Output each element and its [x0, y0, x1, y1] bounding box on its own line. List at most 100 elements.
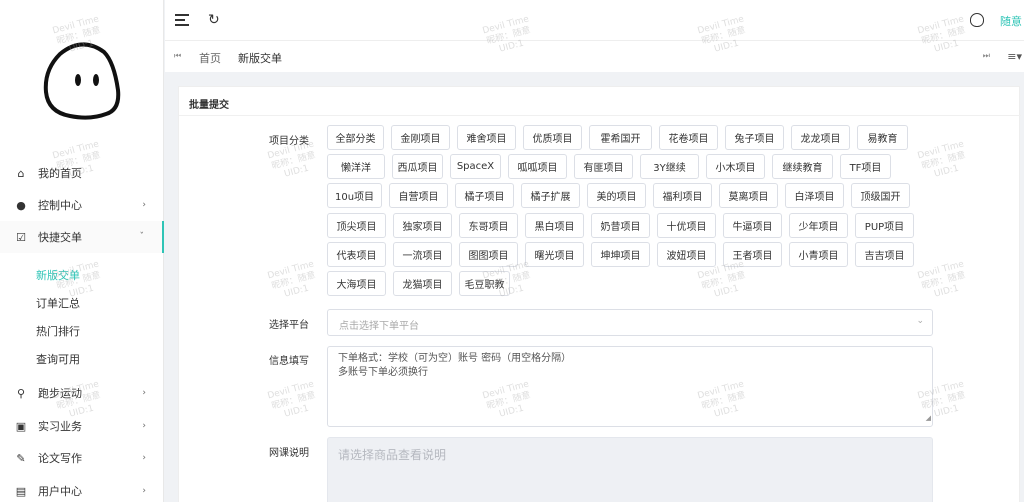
category-button[interactable]: 难舍项目 [457, 125, 516, 150]
tab-menu-icon[interactable]: ≡▾ [1007, 50, 1022, 63]
chevron-right-icon: › [142, 453, 146, 463]
category-button[interactable]: 小青项目 [789, 241, 848, 267]
sidebar-subitem-hot-ranking[interactable]: 热门排行 [36, 323, 80, 339]
chevron-right-icon: › [142, 388, 146, 398]
category-button[interactable]: 少年项目 [789, 212, 848, 238]
category-button[interactable]: 优质项目 [523, 125, 582, 150]
sidebar-subitem-new-order[interactable]: 新版交单 [36, 267, 80, 283]
card-title: 批量提交 [189, 100, 229, 111]
chevron-right-icon: › [142, 200, 146, 210]
refresh-icon[interactable]: ↻ [208, 12, 220, 28]
tab-bar: ⏮ 首页 新版交单 ⏭ ≡▾ [165, 40, 1024, 72]
batch-submit-card: 批量提交 项目分类 选择平台 点击选择下单平台 ⌄ 信息填写 下单格式：学校（可… [178, 86, 1021, 502]
category-button[interactable]: 莫离项目 [719, 183, 778, 209]
info-textarea[interactable]: 下单格式：学校（可为空）账号 密码（用空格分隔） 多账号下单必须换行 ◢ [327, 346, 933, 427]
category-button[interactable]: 易教育 [857, 125, 908, 150]
category-button[interactable]: 牛逼项目 [723, 212, 782, 238]
category-button[interactable]: 西瓜项目 [392, 154, 443, 180]
category-button[interactable]: 美的项目 [587, 183, 646, 209]
sidebar-item-running[interactable]: ⚲ 跑步运动 › [0, 377, 164, 409]
tab-home[interactable]: 首页 [199, 50, 221, 66]
sidebar-subitem-query-available[interactable]: 查询可用 [36, 351, 80, 367]
sidebar-subitem-order-summary[interactable]: 订单汇总 [36, 295, 80, 311]
category-button[interactable]: 王者项目 [723, 241, 782, 267]
category-button[interactable]: 金刚项目 [391, 125, 450, 150]
chevron-right-icon: › [142, 421, 146, 431]
category-button[interactable]: 毛豆职教 [459, 271, 510, 296]
platform-select[interactable]: 点击选择下单平台 ⌄ [327, 309, 933, 336]
info-line: 下单格式：学校（可为空）账号 密码（用空格分隔） [338, 353, 572, 364]
category-button[interactable]: 龙猫项目 [393, 271, 452, 296]
palette-icon: ● [16, 198, 26, 212]
category-button[interactable]: 顶级国开 [851, 183, 910, 209]
category-button[interactable]: 坤坤项目 [591, 241, 650, 267]
category-button[interactable]: 兔子项目 [725, 125, 784, 150]
category-button[interactable]: SpaceX [450, 154, 501, 180]
category-button[interactable]: 曙光项目 [525, 241, 584, 267]
category-button[interactable]: 独家项目 [393, 212, 452, 238]
category-button[interactable]: 自营项目 [389, 183, 448, 209]
info-line: 多账号下单必须换行 [338, 367, 428, 378]
category-button[interactable]: 十优项目 [657, 212, 716, 238]
chevron-down-icon: ˇ [139, 232, 145, 242]
resize-handle-icon[interactable]: ◢ [926, 411, 931, 425]
tab-new-order[interactable]: 新版交单 [238, 50, 282, 66]
category-button[interactable]: 霍希国开 [589, 125, 652, 150]
badge-icon: ▣ [15, 419, 27, 433]
chevron-right-icon: › [142, 486, 146, 496]
category-button[interactable]: 10u项目 [327, 183, 382, 209]
category-button[interactable]: TF项目 [840, 154, 891, 180]
tab-scroll-right-icon[interactable]: ⏭ [983, 51, 990, 61]
sidebar-item-user-center[interactable]: ▤ 用户中心 › [0, 475, 164, 502]
category-button[interactable]: 橘子项目 [455, 183, 514, 209]
chevron-down-icon: ⌄ [916, 316, 924, 326]
sidebar-item-home[interactable]: ⌂ 我的首页 [0, 157, 164, 189]
category-button[interactable]: 花卷项目 [659, 125, 718, 150]
book-icon: ▤ [15, 484, 27, 498]
category-button[interactable]: 福利项目 [653, 183, 712, 209]
category-button[interactable]: 龙龙项目 [791, 125, 850, 150]
category-button[interactable]: 呱呱项目 [508, 154, 567, 180]
sidebar-item-thesis[interactable]: ✎ 论文写作 › [0, 442, 164, 474]
category-button[interactable]: 全部分类 [327, 125, 384, 150]
category-button[interactable]: 懒洋洋 [327, 154, 385, 180]
avatar[interactable] [970, 13, 984, 27]
logo-icon [43, 42, 121, 120]
run-icon: ⚲ [16, 386, 26, 400]
category-button[interactable]: PUP项目 [855, 212, 914, 238]
platform-placeholder: 点击选择下单平台 [339, 321, 419, 332]
category-button[interactable]: 继续教育 [772, 154, 833, 180]
category-button[interactable]: 小木项目 [706, 154, 765, 180]
tab-scroll-left-icon[interactable]: ⏮ [174, 51, 181, 61]
category-button[interactable]: 橘子扩展 [521, 183, 580, 209]
course-label: 网课说明 [269, 448, 309, 459]
category-button[interactable]: 波妞项目 [657, 241, 716, 267]
category-button[interactable]: 白泽项目 [785, 183, 844, 209]
course-placeholder: 请选择商品查看说明 [338, 448, 447, 462]
sidebar-item-control-center[interactable]: ● 控制中心 › [0, 189, 164, 221]
category-button[interactable]: 东哥项目 [459, 212, 518, 238]
category-button[interactable]: 一流项目 [393, 241, 452, 267]
platform-label: 选择平台 [269, 320, 309, 331]
brush-icon: ✎ [16, 451, 26, 465]
sidebar-item-quick-order[interactable]: ☑ 快捷交单 ˇ [0, 221, 164, 253]
sidebar-item-internship[interactable]: ▣ 实习业务 › [0, 410, 164, 442]
user-name[interactable]: 随意 [1000, 13, 1022, 29]
course-description: 请选择商品查看说明 [327, 437, 933, 502]
category-label: 项目分类 [269, 136, 309, 147]
menu-toggle-icon[interactable] [175, 14, 189, 26]
divider [179, 115, 1021, 116]
category-button[interactable]: 大海项目 [327, 271, 386, 296]
home-icon: ⌂ [17, 166, 25, 180]
info-label: 信息填写 [269, 356, 309, 367]
category-button[interactable]: 黑白项目 [525, 212, 584, 238]
check-square-icon: ☑ [16, 230, 26, 244]
category-button[interactable]: 图图项目 [459, 241, 518, 267]
category-button[interactable]: 顶尖项目 [327, 212, 386, 238]
sidebar: ⌂ 我的首页 ● 控制中心 › ☑ 快捷交单 ˇ 新版交单 订单汇总 热门排行 … [0, 0, 164, 502]
category-button[interactable]: 3Y继续 [640, 154, 699, 180]
category-button[interactable]: 奶昔项目 [591, 212, 650, 238]
category-button[interactable]: 有匪项目 [574, 154, 633, 180]
category-button[interactable]: 代表项目 [327, 241, 386, 267]
category-button[interactable]: 吉吉项目 [855, 241, 914, 267]
